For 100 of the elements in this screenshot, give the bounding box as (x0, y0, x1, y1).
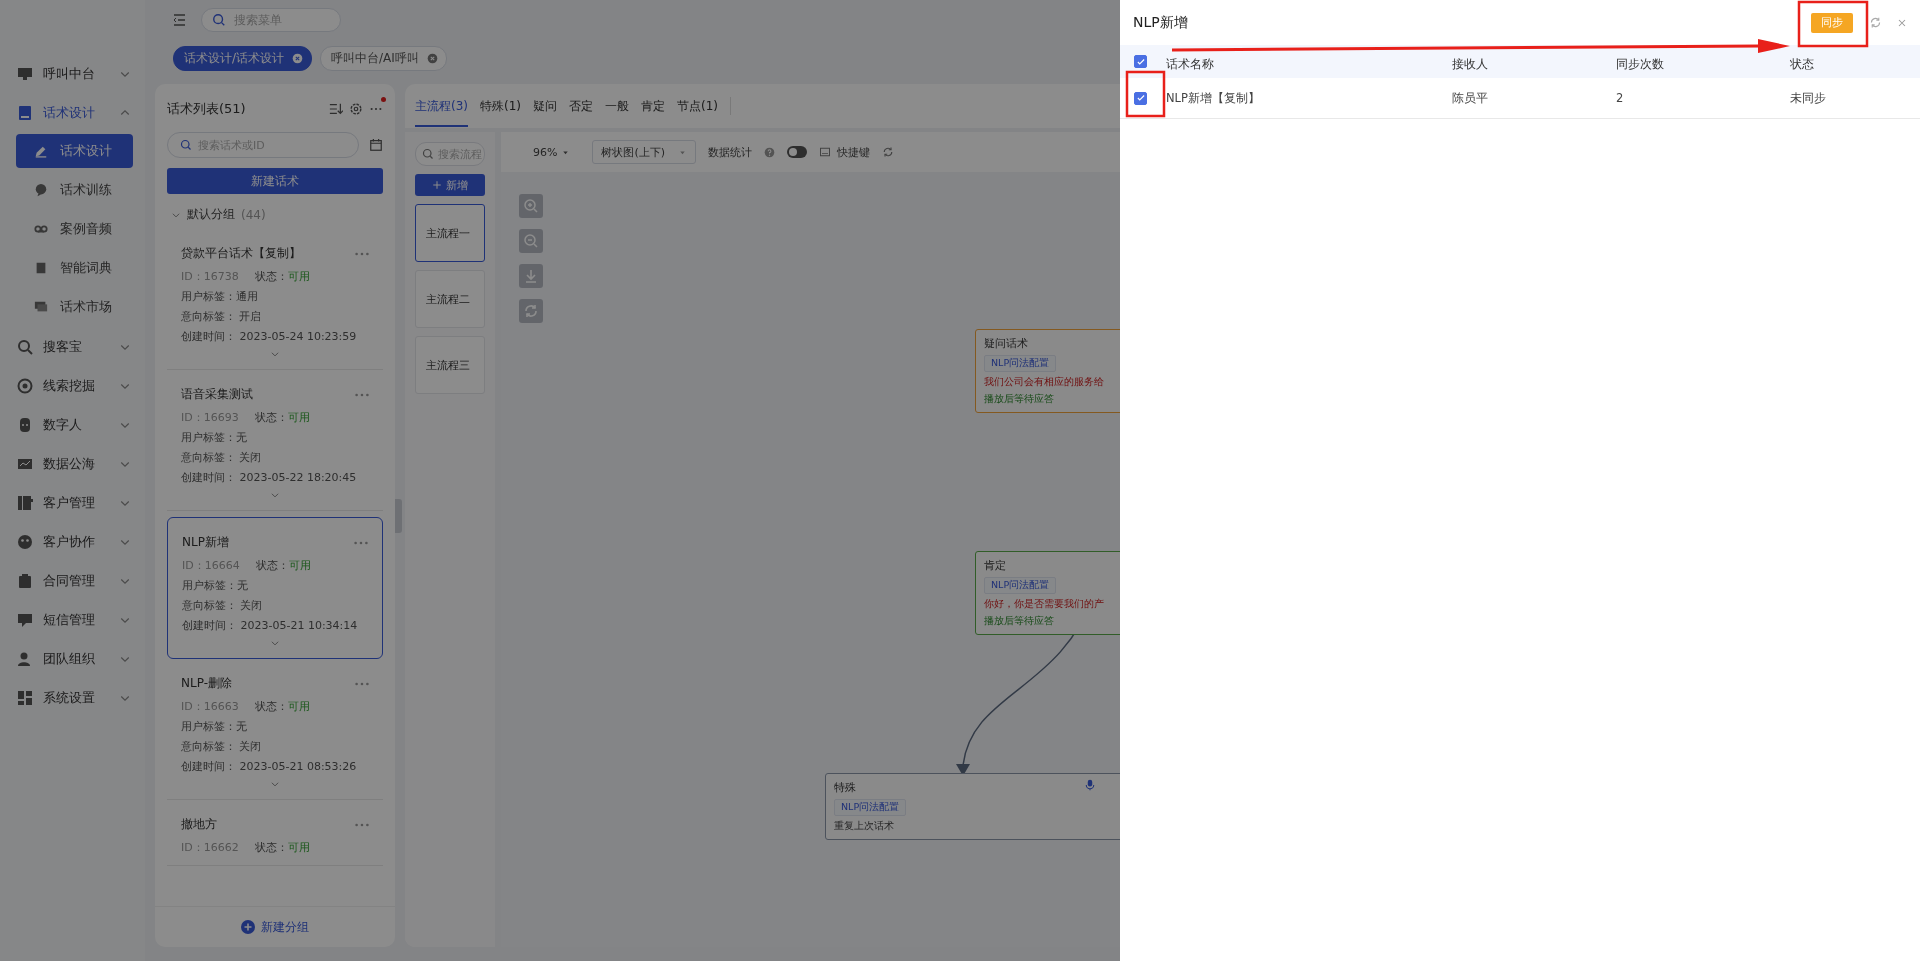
more-icon (355, 251, 369, 256)
chat-bubble-icon (34, 183, 48, 197)
table-cell-text: 陈员平 (1452, 90, 1489, 106)
intent-tag-text: 意向标签： 关闭 (182, 598, 264, 613)
sidebar-item[interactable]: 团队组织 (0, 639, 145, 678)
annotation-box (1797, 0, 1869, 48)
chevron-down-icon (270, 490, 280, 500)
node-action-text: 重复上次话术 (834, 820, 895, 833)
status-value: 可用 (287, 700, 310, 713)
status-label: 状态： (254, 700, 288, 713)
more-icon (355, 392, 369, 397)
nlp-config-tag[interactable]: NLP问法配置 (984, 355, 1057, 372)
sidebar-subitem[interactable]: 话术训练 (16, 173, 133, 207)
stats-label: 数据统计 (708, 144, 753, 160)
screens-icon (34, 300, 48, 314)
script-card[interactable]: NLP-删除 ID：16663 状态：可用 用户标签：无 意向标签： 关闭 创建时间： 2023-05-21 08:53:26 (167, 659, 383, 800)
new-script-button[interactable]: 新建话术 (167, 168, 383, 194)
sidebar-subitem[interactable]: 智能词典 (16, 251, 133, 285)
collapse-handle[interactable] (395, 499, 402, 533)
shortcut-button[interactable]: 快捷键 (819, 144, 871, 160)
node-script-text: 你好，你是否需要我们的产 (984, 598, 1105, 611)
flow-tab[interactable]: 主流程(3) (415, 85, 468, 127)
intent-tag-text: 意向标签： 关闭 (181, 450, 263, 465)
check-icon (1135, 56, 1146, 67)
nlp-config-tag[interactable]: NLP问法配置 (984, 577, 1057, 594)
stats-toggle[interactable] (787, 146, 808, 158)
sidebar-subitem[interactable]: 案例音频 (16, 212, 133, 246)
flow-tab[interactable]: 肯定 (641, 85, 665, 127)
flow-item[interactable]: 主流程三 (415, 336, 485, 394)
script-card[interactable]: 语音采集测试 ID：16693 状态：可用 用户标签：无 意向标签： 关闭 创建时间： 2023-05-22 18:20:45 (167, 370, 383, 511)
check-icon (1135, 93, 1146, 103)
layout-select[interactable]: 树状图(上下) (592, 140, 697, 164)
script-title: NLP-删除 (181, 675, 232, 692)
flow-item[interactable]: 主流程一 (415, 204, 485, 262)
flow-tab[interactable]: 否定 (569, 85, 593, 127)
node-title: 特殊 (834, 780, 856, 795)
sidebar-subitem[interactable]: 话术市场 (16, 290, 133, 324)
sidebar-item[interactable]: 数据公海 (0, 444, 145, 483)
user-tag-text: 用户标签：通用 (181, 289, 259, 304)
sidebar-item[interactable]: 话术设计 (0, 93, 145, 132)
zoom-in-icon (523, 198, 539, 214)
sidebar-item[interactable]: 客户协作 (0, 522, 145, 561)
created-time: 创建时间： 2023-05-21 10:34:14 (182, 618, 359, 633)
add-flow-button[interactable]: 新增 (415, 174, 485, 196)
script-card[interactable]: NLP新增 ID：16664 状态：可用 用户标签：无 意向标签： 关闭 创建时间： 2023-05-21 10:34:14 (167, 517, 383, 659)
people-icon (17, 650, 33, 667)
sidebar-item[interactable]: 合同管理 (0, 561, 145, 600)
panel-title: 话术列表(51) (167, 100, 247, 118)
sidebar-item[interactable]: 线索挖掘 (0, 366, 145, 405)
status-label: 状态： (254, 411, 288, 424)
flow-item[interactable]: 主流程二 (415, 270, 485, 328)
zoom-dropdown[interactable]: 96% (523, 145, 581, 159)
sidebar-item[interactable]: 短信管理 (0, 600, 145, 639)
row-checkbox[interactable] (1134, 91, 1147, 105)
sidebar-item[interactable]: 搜客宝 (0, 327, 145, 366)
script-id: ID：16663 (181, 699, 239, 714)
intent-tag-text: 意向标签： 关闭 (181, 739, 263, 754)
script-card[interactable]: 贷款平台话术【复制】 ID：16738 状态：可用 用户标签：通用 意向标签： 开启 创建时间： 2023-05-24 10:23:59 (167, 229, 383, 370)
zoom-in-button[interactable] (519, 194, 543, 218)
column-header: 同步次数 (1616, 56, 1665, 72)
zoom-out-icon (523, 233, 539, 249)
sort-icon (329, 102, 343, 116)
intent-tag-text: 意向标签： 开启 (181, 309, 263, 324)
sidebar-item[interactable]: 数字人 (0, 405, 145, 444)
help-icon (764, 146, 776, 158)
node-action-text: 播放后等待应答 (984, 615, 1055, 628)
more-icon (355, 681, 369, 686)
refresh-button[interactable] (519, 299, 543, 323)
sidebar-item[interactable]: 客户管理 (0, 483, 145, 522)
flow-tab[interactable]: 特殊(1) (480, 85, 521, 127)
refresh-icon (1869, 16, 1882, 29)
nlp-config-tag[interactable]: NLP问法配置 (834, 799, 907, 816)
calendar-icon (369, 138, 383, 152)
new-group-button[interactable]: 新建分组 (235, 917, 315, 937)
node-action-text: 播放后等待应答 (984, 393, 1055, 406)
user-tag-text: 用户标签：无 (182, 578, 249, 593)
table-cell-text: 未同步 (1790, 90, 1827, 106)
notification-dot (381, 97, 386, 102)
flow-tab[interactable]: 节点(1) (677, 85, 718, 127)
script-card[interactable]: 撤地方 ID：16662 状态：可用 (167, 800, 383, 866)
sidebar-item[interactable]: 呼叫中台 (0, 54, 145, 93)
select-all-checkbox[interactable] (1134, 55, 1147, 68)
page-tab[interactable]: 呼叫中台/AI呼叫 (320, 45, 447, 71)
flow-tab[interactable]: 疑问 (533, 85, 557, 127)
target-icon (17, 377, 33, 394)
script-id: ID：16738 (181, 269, 239, 284)
grid-icon (17, 689, 33, 706)
sidebar-item[interactable]: 系统设置 (0, 678, 145, 717)
zoom-out-button[interactable] (519, 229, 543, 253)
microphone-icon (1084, 778, 1096, 792)
settings-icon (349, 102, 363, 116)
column-header: 接收人 (1452, 56, 1489, 72)
flow-tab[interactable]: 一般 (605, 85, 629, 127)
script-id: ID：16664 (182, 558, 240, 573)
group-header[interactable]: 默认分组 (44) (155, 200, 395, 229)
node-title: 肯定 (984, 558, 1006, 573)
sidebar-subitem[interactable]: 话术设计 (16, 134, 133, 168)
page-tab[interactable]: 话术设计/话术设计 (173, 45, 313, 71)
download-button[interactable] (519, 264, 543, 288)
refresh-icon (523, 303, 539, 319)
